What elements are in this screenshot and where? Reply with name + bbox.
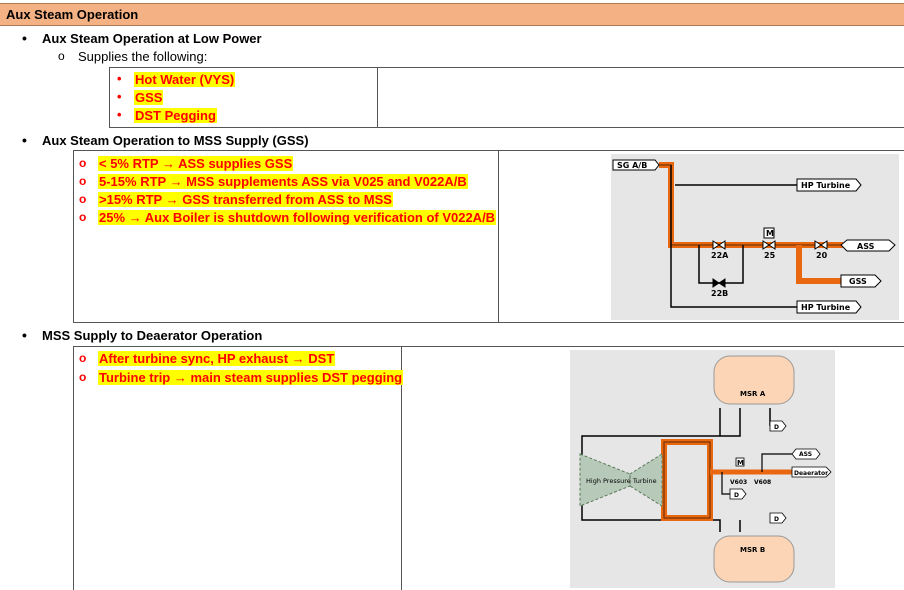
table-border bbox=[73, 150, 74, 323]
list-item: After turbine sync, HP exhaust → DST bbox=[98, 351, 336, 366]
ass-label: ASS bbox=[799, 451, 812, 458]
hp-turbine-label: HP Turbine bbox=[801, 181, 851, 190]
circle-bullet-icon: o bbox=[79, 174, 87, 188]
list-item: DST Pegging bbox=[134, 108, 217, 123]
section3-heading: MSS Supply to Deaerator Operation bbox=[42, 328, 263, 343]
list-item: 5-15% RTP → MSS supplements ASS via V025… bbox=[98, 174, 468, 189]
valve-25-label: 25 bbox=[764, 251, 776, 260]
list-item: Hot Water (VYS) bbox=[134, 72, 236, 87]
msr-b-label: MSR B bbox=[740, 546, 765, 554]
circle-bullet-icon: o bbox=[79, 351, 87, 365]
valve-20-label: 20 bbox=[816, 251, 828, 260]
table-border bbox=[377, 67, 378, 128]
drain-label: D bbox=[774, 516, 779, 523]
circle-bullet-icon: o bbox=[79, 192, 87, 206]
list-item: Turbine trip → main steam supplies DST p… bbox=[98, 370, 404, 385]
gss-label: GSS bbox=[849, 277, 867, 286]
table-border bbox=[109, 127, 904, 128]
section-title: Aux Steam Operation bbox=[6, 7, 139, 22]
circle-bullet-icon: o bbox=[79, 210, 87, 224]
gss-supply-diagram: SG A/B HP Turbine HP Turbine ASS GSS 22A… bbox=[611, 154, 899, 320]
drain-label: D bbox=[734, 492, 739, 499]
bullet-icon: • bbox=[22, 327, 27, 343]
table-border bbox=[73, 346, 74, 590]
table-border bbox=[109, 67, 110, 128]
section1-sub: Supplies the following: bbox=[78, 49, 208, 64]
table-border bbox=[498, 150, 499, 323]
list-item: >15% RTP → GSS transferred from ASS to M… bbox=[98, 192, 393, 207]
bullet-icon: • bbox=[22, 132, 27, 148]
drain-label: D bbox=[774, 424, 779, 431]
msr-a-label: MSR A bbox=[740, 390, 766, 398]
turbine-label: High Pressure Turbine bbox=[586, 477, 657, 485]
deaerator-label: Deaerator bbox=[794, 470, 828, 477]
v603-label: V603 bbox=[730, 479, 747, 486]
ass-label: ASS bbox=[857, 242, 875, 251]
hp-turbine-label: HP Turbine bbox=[801, 303, 851, 312]
table-border bbox=[109, 67, 904, 68]
list-item: < 5% RTP → ASS supplies GSS bbox=[98, 156, 294, 171]
circle-bullet-icon: o bbox=[79, 370, 87, 384]
bullet-icon: • bbox=[22, 30, 27, 46]
section2-heading: Aux Steam Operation to MSS Supply (GSS) bbox=[42, 133, 309, 148]
circle-bullet-icon: o bbox=[58, 49, 65, 63]
motor-label: M bbox=[737, 459, 744, 467]
list-item: 25% → Aux Boiler is shutdown following v… bbox=[98, 210, 497, 225]
section1-heading: Aux Steam Operation at Low Power bbox=[42, 31, 262, 46]
table-border bbox=[73, 322, 904, 323]
motor-label: M bbox=[766, 229, 774, 238]
valve-22b-label: 22B bbox=[711, 289, 728, 298]
sg-label: SG A/B bbox=[617, 161, 647, 170]
v608-label: V608 bbox=[754, 479, 771, 486]
deaerator-supply-diagram: MSR A MSR B High Pressure Turbine M V603… bbox=[570, 350, 835, 588]
circle-bullet-icon: o bbox=[79, 156, 87, 170]
valve-22a-label: 22A bbox=[711, 251, 729, 260]
bullet-icon: • bbox=[117, 107, 122, 122]
table-border bbox=[73, 346, 904, 347]
bullet-icon: • bbox=[117, 71, 122, 86]
list-item: GSS bbox=[134, 90, 164, 105]
table-border bbox=[73, 150, 904, 151]
bullet-icon: • bbox=[117, 89, 122, 104]
section-header: Aux Steam Operation bbox=[0, 3, 904, 26]
